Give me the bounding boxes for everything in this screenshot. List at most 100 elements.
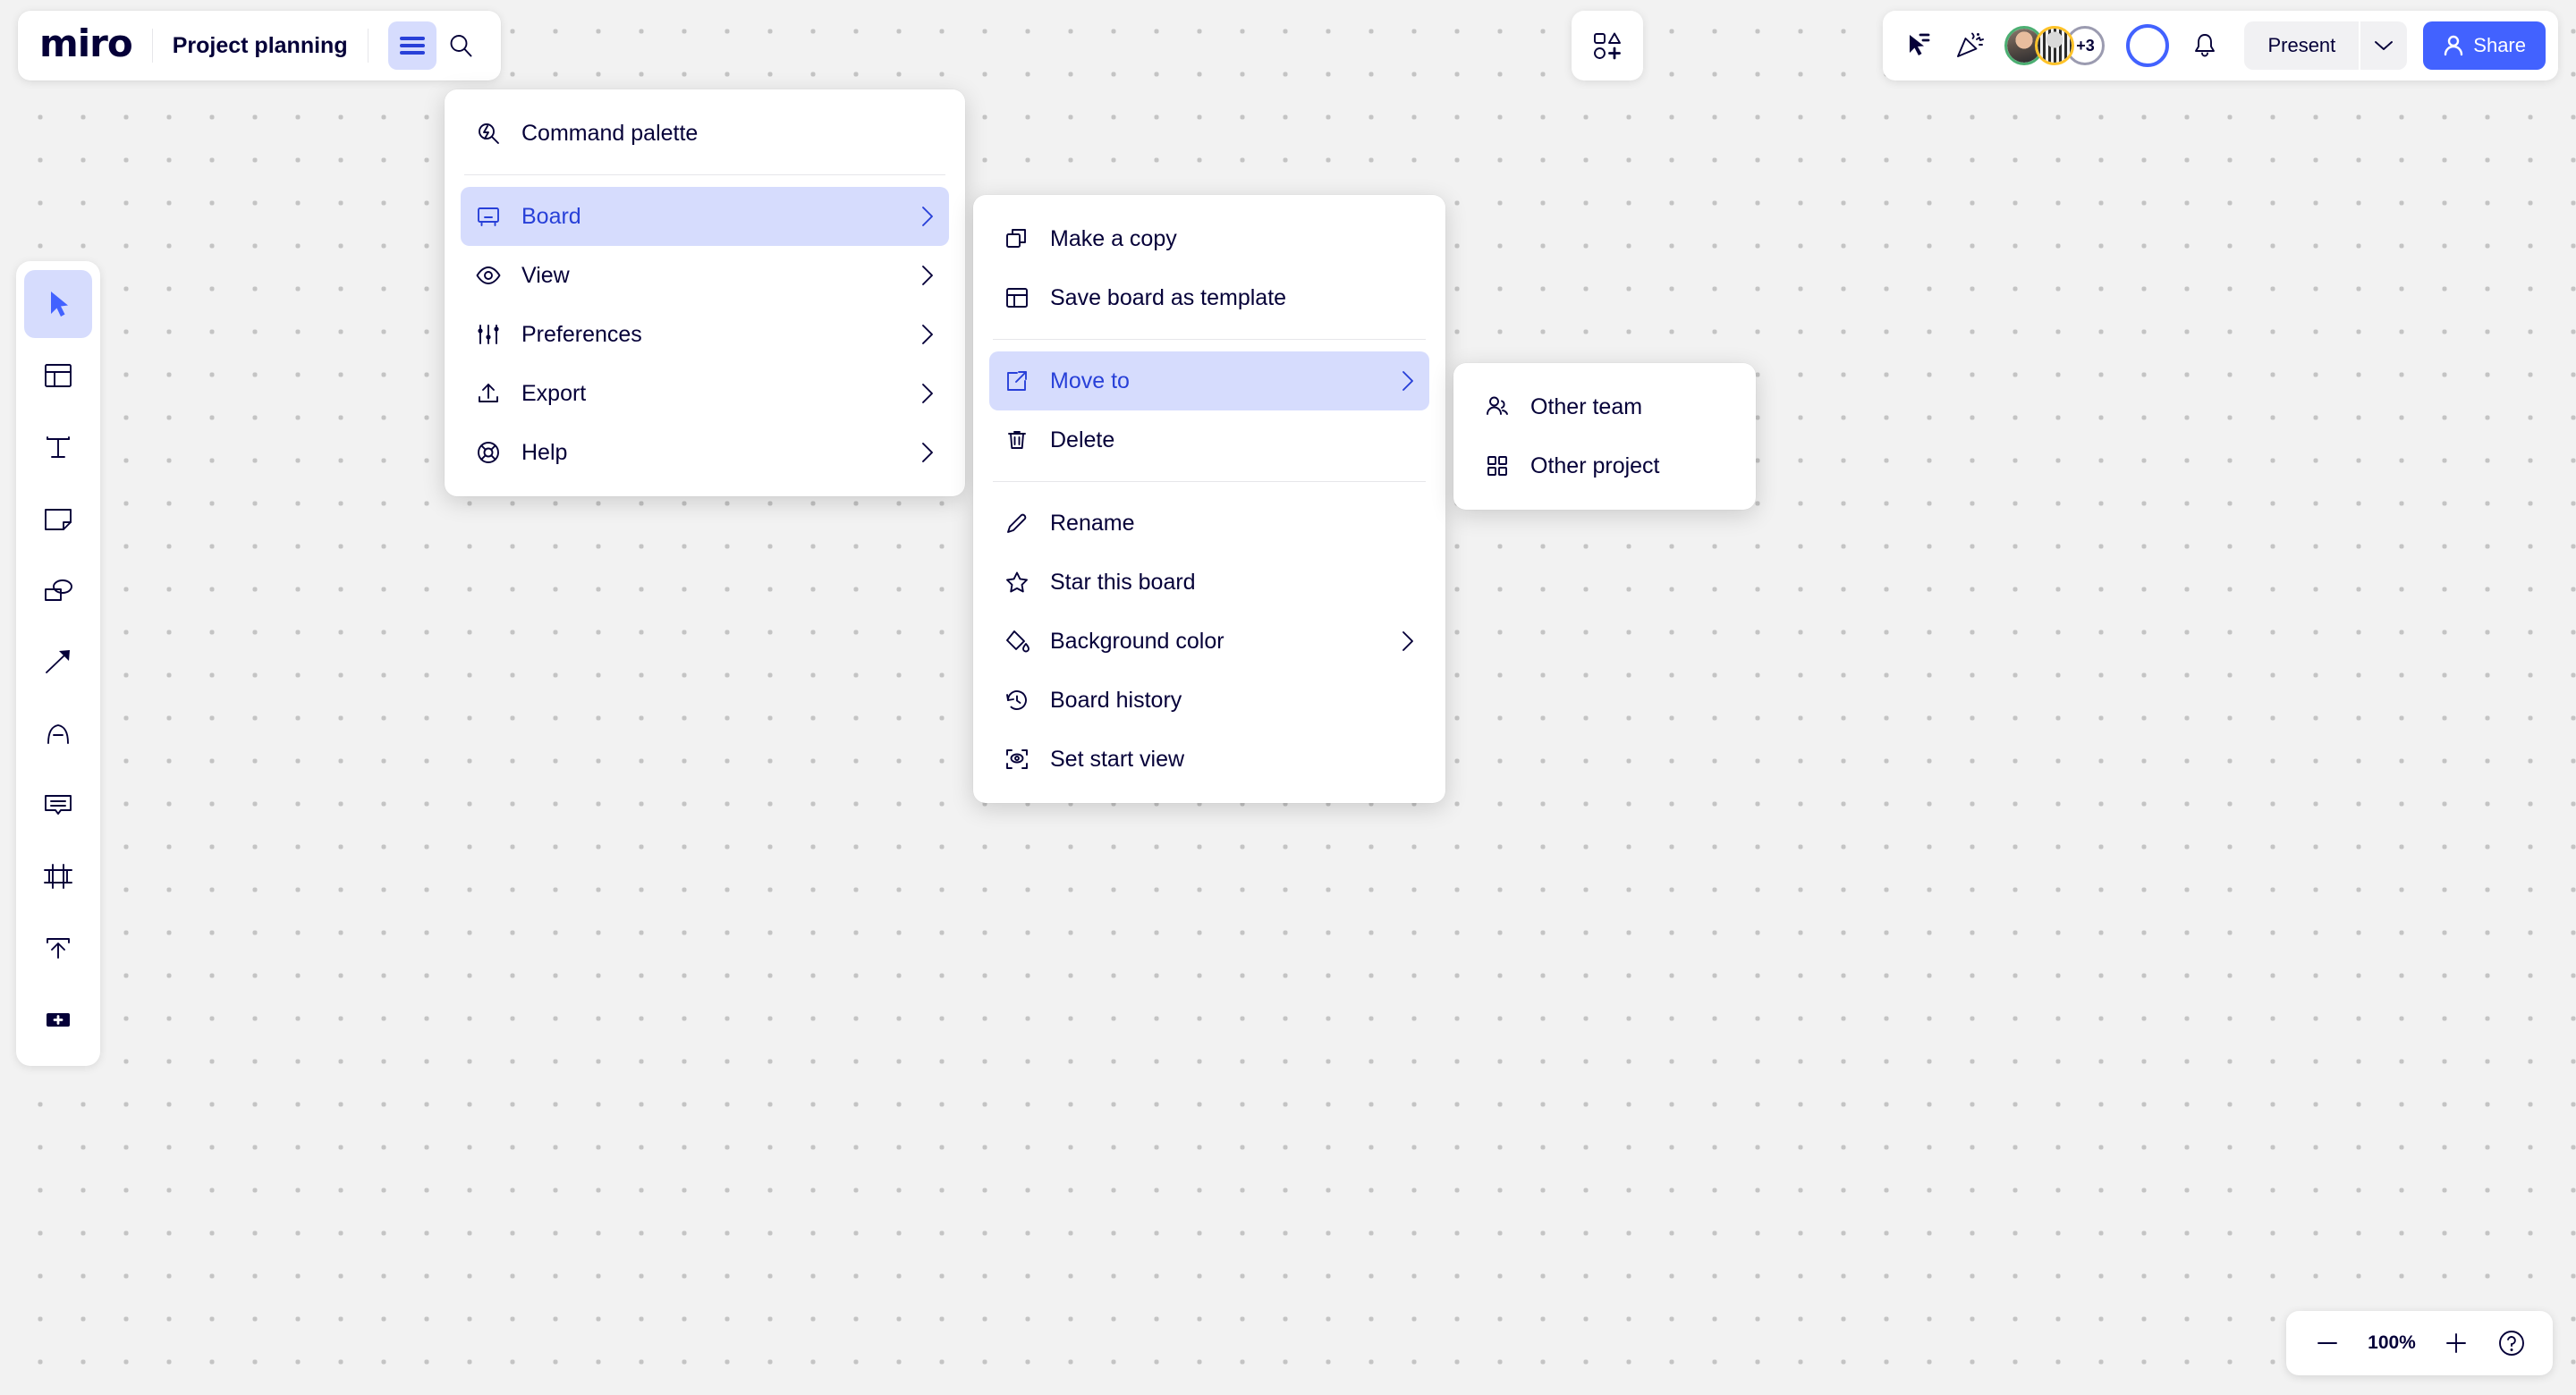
avatar-stack: +3 xyxy=(2004,26,2106,65)
menu-item-command-palette[interactable]: Command palette xyxy=(461,104,949,163)
menu-item-star-this-board[interactable]: Star this board xyxy=(989,553,1429,612)
paint-bucket-icon xyxy=(1004,628,1030,655)
present-group: Present xyxy=(2244,21,2408,70)
frame-icon xyxy=(44,864,72,889)
export-icon xyxy=(475,380,502,407)
menu-item-label: Other team xyxy=(1530,393,1643,419)
board-icon xyxy=(475,203,502,230)
notifications-button[interactable] xyxy=(2182,22,2228,69)
menu-item-delete[interactable]: Delete xyxy=(989,410,1429,469)
menu-item-label: Set start view xyxy=(1050,746,1185,772)
party-popper-icon xyxy=(1957,32,1985,57)
menu-item-view[interactable]: View xyxy=(461,246,949,305)
start-view-icon xyxy=(1004,746,1030,773)
connector-tool-button[interactable] xyxy=(24,628,92,696)
apps-panel xyxy=(1572,11,1643,80)
minus-icon xyxy=(2318,1342,2337,1344)
chevron-right-icon xyxy=(1401,369,1415,393)
menu-item-label: Background color xyxy=(1050,628,1224,654)
help-button[interactable] xyxy=(2487,1318,2537,1368)
menu-item-label: Rename xyxy=(1050,510,1135,536)
menu-separator xyxy=(993,339,1426,340)
comment-tool-button[interactable] xyxy=(24,771,92,839)
header-divider-2 xyxy=(367,29,369,63)
chevron-down-icon xyxy=(2375,41,2394,50)
arrow-icon xyxy=(46,650,70,673)
menu-separator xyxy=(993,481,1426,482)
grid-icon xyxy=(1484,452,1511,479)
zoom-level-label[interactable]: 100% xyxy=(2358,1332,2426,1354)
history-icon xyxy=(1004,687,1030,714)
shapes-tool-button[interactable] xyxy=(24,556,92,624)
more-apps-tool-button[interactable] xyxy=(24,985,92,1053)
zoom-controls: 100% xyxy=(2286,1311,2553,1375)
apps-shapes-icon xyxy=(1594,32,1621,60)
zoom-out-button[interactable] xyxy=(2302,1318,2352,1368)
menu-item-help[interactable]: Help xyxy=(461,423,949,482)
menu-item-move-to[interactable]: Move to xyxy=(989,351,1429,410)
upload-icon xyxy=(47,938,70,959)
reactions-button[interactable] xyxy=(1945,22,1992,69)
share-button[interactable]: Share xyxy=(2423,21,2546,70)
person-icon xyxy=(2445,35,2463,56)
templates-tool-button[interactable] xyxy=(24,342,92,410)
collaboration-bar: +3 Present Share xyxy=(1883,11,2558,80)
sticky-note-icon xyxy=(45,509,72,530)
pen-icon xyxy=(47,724,69,744)
template-icon xyxy=(1004,284,1030,311)
plus-box-icon xyxy=(47,1013,70,1027)
menu-item-other-project[interactable]: Other project xyxy=(1470,436,1740,495)
templates-icon xyxy=(45,364,72,387)
menu-item-label: Make a copy xyxy=(1050,225,1177,251)
menu-item-export[interactable]: Export xyxy=(461,364,949,423)
apps-and-shapes-button[interactable] xyxy=(1584,22,1631,69)
menu-item-board-history[interactable]: Board history xyxy=(989,671,1429,730)
cursor-icon xyxy=(51,292,68,317)
upload-tool-button[interactable] xyxy=(24,914,92,982)
people-icon xyxy=(1484,393,1511,420)
creation-toolbar xyxy=(16,261,100,1066)
menu-item-make-a-copy[interactable]: Make a copy xyxy=(989,209,1429,268)
menu-item-save-board-as-template[interactable]: Save board as template xyxy=(989,268,1429,327)
miro-logo[interactable]: miro xyxy=(39,24,133,67)
menu-item-label: Star this board xyxy=(1050,569,1196,595)
frame-tool-button[interactable] xyxy=(24,842,92,910)
select-tool-button[interactable] xyxy=(24,270,92,338)
search-icon xyxy=(450,35,472,57)
share-button-label: Share xyxy=(2473,34,2526,56)
chevron-right-icon xyxy=(1401,630,1415,653)
board-header-bar: miro Project planning xyxy=(18,11,501,80)
cursor-chat-button[interactable] xyxy=(1895,22,1942,69)
zoom-in-button[interactable] xyxy=(2431,1318,2481,1368)
menu-item-background-color[interactable]: Background color xyxy=(989,612,1429,671)
text-tool-button[interactable] xyxy=(24,413,92,481)
hamburger-menu-button[interactable] xyxy=(387,21,436,70)
comment-icon xyxy=(45,795,72,815)
sticky-note-tool-button[interactable] xyxy=(24,485,92,553)
chevron-right-icon xyxy=(920,323,935,346)
menu-item-set-start-view[interactable]: Set start view xyxy=(989,730,1429,789)
menu-item-other-team[interactable]: Other team xyxy=(1470,377,1740,436)
pen-tool-button[interactable] xyxy=(24,699,92,767)
menu-item-rename[interactable]: Rename xyxy=(989,494,1429,553)
sliders-icon xyxy=(475,321,502,348)
command-palette-icon xyxy=(475,120,502,147)
menu-item-preferences[interactable]: Preferences xyxy=(461,305,949,364)
header-divider-1 xyxy=(151,29,153,63)
eye-icon xyxy=(475,262,502,289)
present-dropdown-button[interactable] xyxy=(2360,21,2408,70)
board-submenu-panel: Make a copy Save board as template Move … xyxy=(973,195,1445,803)
pencil-icon xyxy=(1004,510,1030,537)
present-button[interactable]: Present xyxy=(2244,21,2360,70)
menu-item-label: Delete xyxy=(1050,427,1115,452)
avatar-current-user[interactable] xyxy=(2126,24,2170,67)
avatar[interactable] xyxy=(2035,26,2075,65)
menu-item-board[interactable]: Board xyxy=(461,187,949,246)
menu-item-label: Board history xyxy=(1050,687,1182,713)
board-title[interactable]: Project planning xyxy=(173,33,348,59)
main-menu-panel: Command palette Board View Preferences E… xyxy=(445,89,965,496)
star-icon xyxy=(1004,569,1030,596)
search-button[interactable] xyxy=(436,21,485,70)
menu-item-label: Preferences xyxy=(521,321,642,347)
chevron-right-icon xyxy=(920,264,935,287)
